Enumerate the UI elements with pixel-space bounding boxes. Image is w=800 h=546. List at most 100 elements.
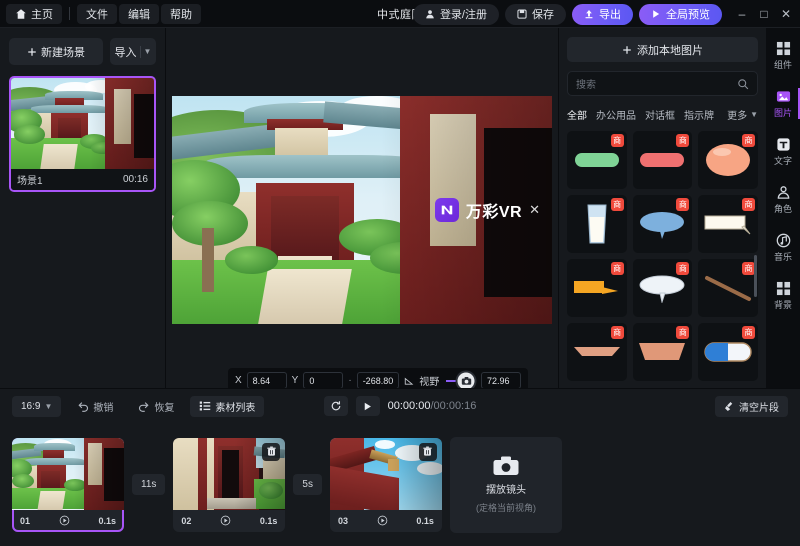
commercial-badge: 商 xyxy=(610,134,624,147)
global-preview-button[interactable]: 全局预览 xyxy=(639,3,722,25)
tab-more[interactable]: 更多 ▼ xyxy=(727,107,758,122)
rail-item-images-label: 图片 xyxy=(773,108,792,118)
character-icon xyxy=(775,184,791,200)
clip-play-icon[interactable] xyxy=(377,515,388,526)
clip-thumbnail xyxy=(173,437,286,510)
asset-item-blue-speech-ellipse[interactable]: 商 xyxy=(632,195,693,253)
new-scene-button[interactable]: 新建场景 xyxy=(9,38,103,65)
asset-item-glass-of-milk[interactable]: 商 xyxy=(567,195,627,253)
loop-icon xyxy=(331,401,340,411)
global-preview-label: 全局预览 xyxy=(666,9,710,21)
commercial-badge: 商 xyxy=(676,134,690,147)
menu-item-edit[interactable]: 编辑 xyxy=(119,3,159,24)
timeline-gap-1[interactable]: 11s xyxy=(132,474,166,495)
scene-duration: 00:16 xyxy=(122,174,148,185)
add-local-image-button[interactable]: 添加本地图片 xyxy=(567,37,758,62)
rail-item-character[interactable]: 角色 xyxy=(766,180,800,219)
delete-clip-button[interactable] xyxy=(418,442,437,461)
home-icon xyxy=(16,8,26,19)
asset-item-white-speech-ellipse[interactable]: 商 xyxy=(632,259,693,317)
timeline-clip-01[interactable]: 01 0.1s xyxy=(12,437,124,532)
rail-item-text[interactable]: 文字 xyxy=(766,132,800,171)
delete-clip-button[interactable] xyxy=(262,442,281,461)
timeline-clip-03[interactable]: 03 0.1s xyxy=(329,437,442,532)
window-maximize-button[interactable]: □ xyxy=(754,4,774,24)
play-icon xyxy=(364,402,372,410)
window-close-button[interactable]: ✕ xyxy=(776,4,796,24)
tab-dialog-box[interactable]: 对话框 xyxy=(645,107,675,122)
trash-icon xyxy=(423,446,433,456)
scene-card[interactable]: 场景1 00:16 xyxy=(9,76,156,192)
rail-item-text-label: 文字 xyxy=(773,156,792,166)
search-input[interactable]: 搜索 xyxy=(567,71,758,96)
undo-label: 撤销 xyxy=(93,402,114,414)
redo-icon xyxy=(139,402,149,412)
video-preview[interactable]: 万彩VR ✕ xyxy=(172,96,552,324)
x-input[interactable]: 8.64 xyxy=(246,372,287,389)
import-button[interactable]: 导入 ▼ xyxy=(110,38,156,65)
clear-clips-button[interactable]: 清空片段 xyxy=(715,395,788,417)
asset-item-orange-tag-callout[interactable]: 商 xyxy=(567,259,627,317)
commercial-badge: 商 xyxy=(742,326,755,339)
separator-dot: · xyxy=(348,375,352,386)
asset-item-peach-ellipse-balloon[interactable]: 商 xyxy=(698,131,758,189)
asset-list-button[interactable]: 素材列表 xyxy=(190,395,265,417)
camera-icon xyxy=(461,376,471,385)
x-label: X xyxy=(235,375,242,386)
tab-office-supplies[interactable]: 办公用品 xyxy=(596,107,636,122)
clip-duration: 0.1s xyxy=(416,515,434,526)
aspect-ratio-button[interactable]: 16:9 ▼ xyxy=(12,395,62,417)
asset-item-white-rect-callout[interactable]: 商 xyxy=(698,195,758,253)
menu-item-home[interactable]: 主页 xyxy=(6,3,62,24)
blue-white-capsule-icon xyxy=(704,342,752,362)
timeline-gap-2[interactable]: 5s xyxy=(293,474,322,495)
menu-item-file[interactable]: 文件 xyxy=(77,3,117,24)
tab-more-label: 更多 xyxy=(727,111,748,122)
y-input[interactable]: 0 xyxy=(303,372,344,389)
clip-index: 03 xyxy=(337,515,348,526)
clip-play-icon[interactable] xyxy=(59,515,70,526)
loop-button[interactable] xyxy=(323,396,348,416)
rail-item-components[interactable]: 组件 xyxy=(766,36,800,75)
plus-icon xyxy=(623,45,631,54)
asset-item-blue-white-capsule[interactable]: 商 xyxy=(698,323,758,381)
login-button[interactable]: 登录/注册 xyxy=(412,3,499,25)
asset-item-green-rounded-bar[interactable]: 商 xyxy=(567,131,627,189)
asset-item-thin-tan-plank[interactable]: 商 xyxy=(567,323,627,381)
commercial-badge: 商 xyxy=(676,198,690,211)
undo-button[interactable]: 撤销 xyxy=(68,396,122,417)
fov-value-input[interactable]: 72.96 xyxy=(481,372,521,389)
components-icon xyxy=(775,40,791,56)
asset-item-red-rounded-bar[interactable]: 商 xyxy=(632,131,693,189)
clip-play-icon[interactable] xyxy=(220,515,231,526)
rail-item-images[interactable]: 图片 xyxy=(766,84,800,123)
export-button[interactable]: 导出 xyxy=(572,3,633,25)
total-time: 00:00:16 xyxy=(433,400,477,412)
redo-button[interactable]: 恢复 xyxy=(129,396,183,417)
asset-grid: 商 商 商 商 商 商 商 商 商 商 商 商 xyxy=(567,131,758,381)
scene-meta: 场景1 00:16 xyxy=(11,169,154,190)
rail-item-background[interactable]: 背景 xyxy=(766,276,800,315)
fov-slider[interactable] xyxy=(446,372,475,389)
watermark-close-icon[interactable]: ✕ xyxy=(529,202,540,218)
rail-item-music[interactable]: 音乐 xyxy=(766,228,800,267)
asset-item-wooden-stick[interactable]: 商 xyxy=(698,259,758,317)
fov-slider-knob[interactable] xyxy=(457,372,475,389)
time-display: 00:00:00/00:00:16 xyxy=(388,400,477,412)
asset-grid-scrollbar[interactable] xyxy=(754,255,757,297)
asset-item-thick-tan-plank[interactable]: 商 xyxy=(632,323,693,381)
trash-icon xyxy=(267,446,276,456)
chevron-down-icon[interactable]: ▼ xyxy=(144,47,152,56)
save-icon xyxy=(517,9,527,19)
title-bar: 主页 文件 编辑 帮助 中式庭院 登录/注册 保存 导出 全局预览 – □ ✕ xyxy=(0,0,800,28)
tab-sign[interactable]: 指示牌 xyxy=(684,107,714,122)
add-camera-clip-button[interactable]: 摆放镜头 (定格当前视角) xyxy=(449,436,562,533)
play-button[interactable] xyxy=(355,396,380,416)
window-minimize-button[interactable]: – xyxy=(732,4,752,24)
timeline-clip-02[interactable]: 02 0.1s xyxy=(173,437,286,532)
z-input[interactable]: -268.80 xyxy=(356,372,400,389)
tab-all[interactable]: 全部 xyxy=(567,107,587,122)
menu-item-help[interactable]: 帮助 xyxy=(161,3,201,24)
save-button[interactable]: 保存 xyxy=(505,3,566,25)
search-icon xyxy=(738,78,749,89)
